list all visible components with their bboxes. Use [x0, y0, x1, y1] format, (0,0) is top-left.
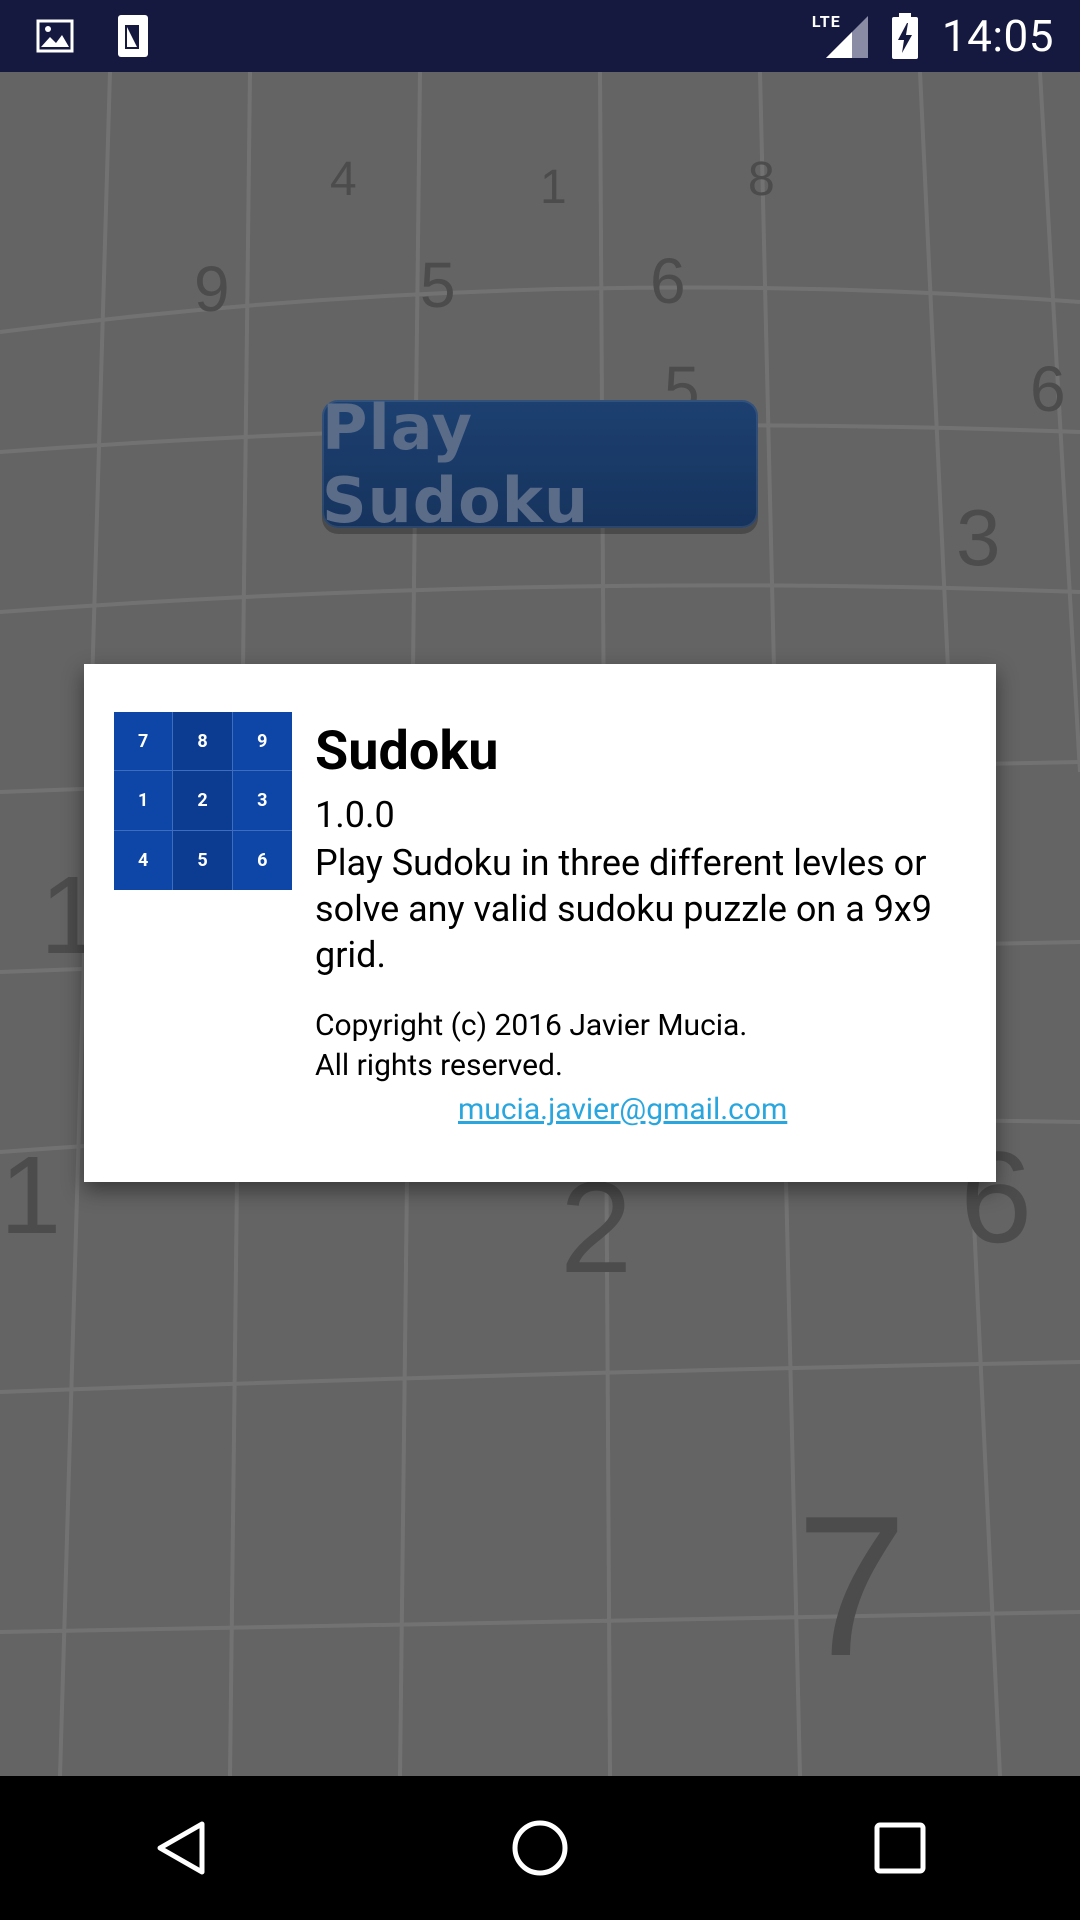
logo-cell: 9: [232, 712, 292, 772]
app-logo: 7 8 9 1 2 3 4 5 6: [114, 712, 292, 890]
logo-cell: 7: [114, 712, 174, 772]
logo-cell: 3: [232, 771, 292, 831]
logo-cell: 4: [114, 830, 174, 890]
image-notification-icon: [36, 19, 74, 53]
app-description: Play Sudoku in three different levles or…: [315, 842, 933, 976]
logo-cell: 5: [173, 830, 233, 890]
navigation-bar: [0, 1776, 1080, 1920]
home-icon: [512, 1820, 568, 1876]
email-link[interactable]: mucia.javier@gmail.com: [315, 1090, 975, 1130]
back-button[interactable]: [140, 1808, 220, 1888]
status-bar: LTE 14:05: [0, 0, 1080, 72]
back-icon: [157, 1821, 205, 1875]
dialog-content: Sudoku 1.0.0 Play Sudoku in three differ…: [315, 720, 975, 1130]
logo-cell: 1: [114, 771, 174, 831]
recents-button[interactable]: [860, 1808, 940, 1888]
clock: 14:05: [941, 10, 1054, 62]
battery-charging-icon: [891, 13, 918, 59]
logo-cell: 2: [173, 771, 233, 831]
recents-icon: [874, 1822, 926, 1874]
app-name: Sudoku: [315, 720, 499, 783]
app-version: 1.0.0: [315, 794, 395, 836]
logo-cell: 8: [173, 712, 233, 772]
sim-notification-icon: [118, 15, 148, 57]
home-button[interactable]: [500, 1808, 580, 1888]
signal-icon: LTE: [812, 12, 868, 58]
about-dialog: 7 8 9 1 2 3 4 5 6 Sudoku 1.0.0 Play Sudo…: [84, 664, 996, 1182]
copyright-text: Copyright (c) 2016 Javier Mucia. All rig…: [315, 1008, 748, 1083]
logo-cell: 6: [232, 830, 292, 890]
